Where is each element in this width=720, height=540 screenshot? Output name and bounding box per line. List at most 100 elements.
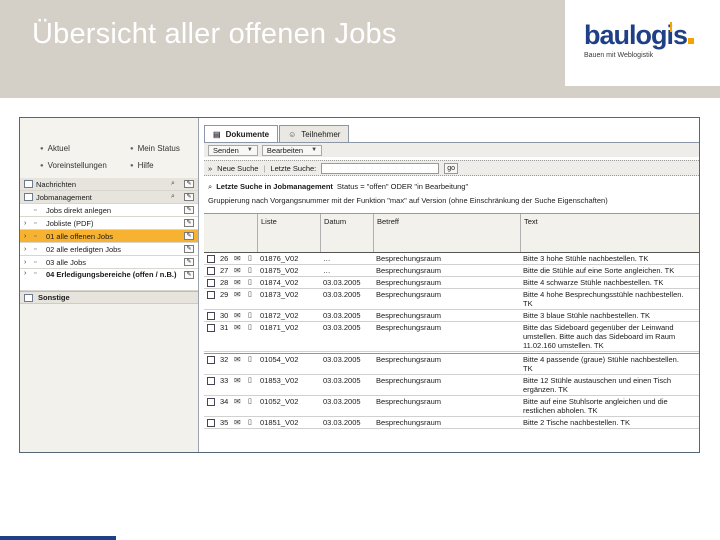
row-document-id[interactable]: 01853_V02 (258, 375, 321, 386)
attachment-icon[interactable]: ✉ (232, 396, 246, 407)
last-search-label: Letzte Suche: (270, 163, 317, 173)
row-checkbox[interactable] (207, 291, 215, 299)
tree-label: 04 Erledigungsbereiche (offen / n.B.) (46, 270, 177, 279)
tree-item-erledigte-jobs[interactable]: › ▫ 02 alle erledigten Jobs ✎ (20, 243, 198, 256)
tree-group-nachrichten[interactable]: Nachrichten ⌕ ✎ (20, 178, 198, 191)
table-row[interactable]: 34 ✉ ▯ 01052_V02 03.03.2005 Besprechungs… (204, 396, 699, 417)
row-checkbox[interactable] (207, 356, 215, 364)
tab-dokumente[interactable]: ▤ Dokumente (204, 125, 279, 142)
attachment-icon[interactable]: ✉ (232, 417, 246, 428)
table-row[interactable]: 29 ✉ ▯ 01873_V02 03.03.2005 Besprechungs… (204, 289, 699, 310)
row-checkbox[interactable] (207, 267, 215, 275)
table-row[interactable]: 32 ✉ ▯ 01054_V02 03.03.2005 Besprechungs… (204, 354, 699, 375)
search-icon[interactable]: ⌕ (171, 193, 180, 201)
edit-icon[interactable]: ✎ (184, 206, 194, 214)
table-row[interactable]: 26 ✉ ▯ 01876_V02 … Besprechungsraum Bitt… (204, 253, 699, 265)
edit-icon[interactable]: ✎ (184, 245, 194, 253)
document-icon[interactable]: ▯ (246, 289, 258, 300)
row-document-id[interactable]: 01873_V02 (258, 289, 321, 300)
attachment-icon[interactable]: ✉ (232, 253, 246, 264)
row-checkbox[interactable] (207, 279, 215, 287)
attachment-icon[interactable]: ✉ (232, 265, 246, 276)
row-document-id[interactable]: 01876_V02 (258, 253, 321, 264)
row-document-id[interactable]: 01851_V02 (258, 417, 321, 428)
document-icon[interactable]: ▯ (246, 265, 258, 276)
document-icon[interactable]: ▯ (246, 396, 258, 407)
edit-icon[interactable]: ✎ (184, 271, 194, 279)
row-checkbox[interactable] (207, 377, 215, 385)
document-icon[interactable]: ▯ (246, 277, 258, 288)
tree-group-sonstige[interactable]: Sonstige (20, 291, 198, 304)
row-document-id[interactable]: 01874_V02 (258, 277, 321, 288)
document-icon[interactable]: ▯ (246, 417, 258, 428)
column-datum[interactable]: Datum (321, 214, 374, 252)
arrow-icon: › (24, 245, 27, 253)
tree-label: Sonstige (38, 293, 70, 302)
document-icon[interactable]: ▯ (246, 375, 258, 386)
row-document-id[interactable]: 01875_V02 (258, 265, 321, 276)
search-input[interactable] (321, 162, 440, 174)
edit-icon[interactable]: ✎ (184, 258, 194, 266)
row-checkbox[interactable] (207, 324, 215, 332)
row-checkbox[interactable] (207, 419, 215, 427)
row-document-id[interactable]: 01871_V02 (258, 322, 321, 333)
column-liste[interactable]: Liste (258, 214, 321, 252)
table-row[interactable]: 35 ✉ ▯ 01851_V02 03.03.2005 Besprechungs… (204, 417, 699, 429)
edit-icon[interactable]: ✎ (184, 180, 194, 188)
row-checkbox[interactable] (207, 255, 215, 263)
row-text: Bitte 3 blaue Stühle nachbestellen. TK (523, 311, 651, 320)
document-icon: ▫ (34, 219, 37, 227)
tree-item-alle-jobs[interactable]: › ▫ 03 alle Jobs ✎ (20, 256, 198, 269)
tree-group-jobmanagement[interactable]: Jobmanagement ⌕ ✎ (20, 191, 198, 204)
edit-icon[interactable]: ✎ (184, 193, 194, 201)
row-select (204, 289, 218, 300)
attachment-icon[interactable]: ✉ (232, 277, 246, 288)
edit-icon[interactable]: ✎ (184, 232, 194, 240)
row-date: … (323, 266, 331, 275)
tab-label: Teilnehmer (301, 129, 341, 139)
row-text: Bitte 4 hohe Besprechungsstühle nachbest… (523, 290, 684, 308)
attachment-icon[interactable]: ✉ (232, 375, 246, 386)
main-panel: ▤ Dokumente ☺ Teilnehmer Senden ▼ Bearbei… (204, 118, 699, 452)
quick-nav-hilfe[interactable]: ● Hilfe (130, 161, 154, 170)
column-text[interactable]: Text (521, 214, 691, 252)
row-document-id[interactable]: 01054_V02 (258, 354, 321, 365)
table-row[interactable]: 30 ✉ ▯ 01872_V02 03.03.2005 Besprechungs… (204, 310, 699, 322)
tree-item-jobs-direkt-anlegen[interactable]: ▫ Jobs direkt anlegen ✎ (20, 204, 198, 217)
row-checkbox[interactable] (207, 312, 215, 320)
quick-nav-aktuel[interactable]: ● Aktuel (40, 144, 70, 153)
tab-teilnehmer[interactable]: ☺ Teilnehmer (279, 125, 350, 142)
search-icon[interactable]: ⌕ (171, 180, 180, 188)
attachment-icon[interactable]: ✉ (232, 310, 246, 321)
column-betreff[interactable]: Betreff (374, 214, 521, 252)
quick-nav-voreinstellungen[interactable]: ● Voreinstellungen (40, 161, 107, 170)
quick-nav-mein-status[interactable]: ● Mein Status (130, 144, 180, 153)
slide-header: Übersicht aller offenen Jobs (0, 0, 565, 98)
send-dropdown[interactable]: Senden ▼ (208, 144, 258, 156)
document-icon[interactable]: ▯ (246, 322, 258, 333)
row-text: Bitte 4 passende (graue) Stühle nachbest… (523, 355, 679, 373)
new-search-link[interactable]: Neue Suche (217, 164, 258, 173)
row-subject: Besprechungsraum (376, 418, 442, 427)
search-icon: ⌕ (208, 181, 213, 191)
row-document-id[interactable]: 01872_V02 (258, 310, 321, 321)
table-row[interactable]: 27 ✉ ▯ 01875_V02 … Besprechungsraum Bitt… (204, 265, 699, 277)
document-icon[interactable]: ▯ (246, 253, 258, 264)
tree-item-jobliste-pdf[interactable]: › ▫ Jobliste (PDF) ✎ (20, 217, 198, 230)
row-document-id[interactable]: 01052_V02 (258, 396, 321, 407)
attachment-icon[interactable]: ✉ (232, 354, 246, 365)
table-row[interactable]: 33 ✉ ▯ 01853_V02 03.03.2005 Besprechungs… (204, 375, 699, 396)
table-row[interactable]: 31 ✉ ▯ 01871_V02 03.03.2005 Besprechungs… (204, 322, 699, 352)
attachment-icon[interactable]: ✉ (232, 289, 246, 300)
table-row[interactable]: 28 ✉ ▯ 01874_V02 03.03.2005 Besprechungs… (204, 277, 699, 289)
row-checkbox[interactable] (207, 398, 215, 406)
document-icon[interactable]: ▯ (246, 354, 258, 365)
attachment-icon[interactable]: ✉ (232, 322, 246, 333)
app-screenshot: ● Aktuel ● Mein Status ● Voreinstellungen ●… (19, 117, 700, 453)
document-icon[interactable]: ▯ (246, 310, 258, 321)
go-button[interactable]: go (444, 162, 459, 174)
edit-icon[interactable]: ✎ (184, 219, 194, 227)
tree-item-offene-jobs[interactable]: › ▫ 01 alle offenen Jobs ✎ (20, 230, 198, 243)
tree-item-erledigungsbereiche[interactable]: › ▫ 04 Erledigungsbereiche (offen / n.B.… (20, 269, 198, 291)
edit-dropdown[interactable]: Bearbeiten ▼ (261, 144, 323, 156)
